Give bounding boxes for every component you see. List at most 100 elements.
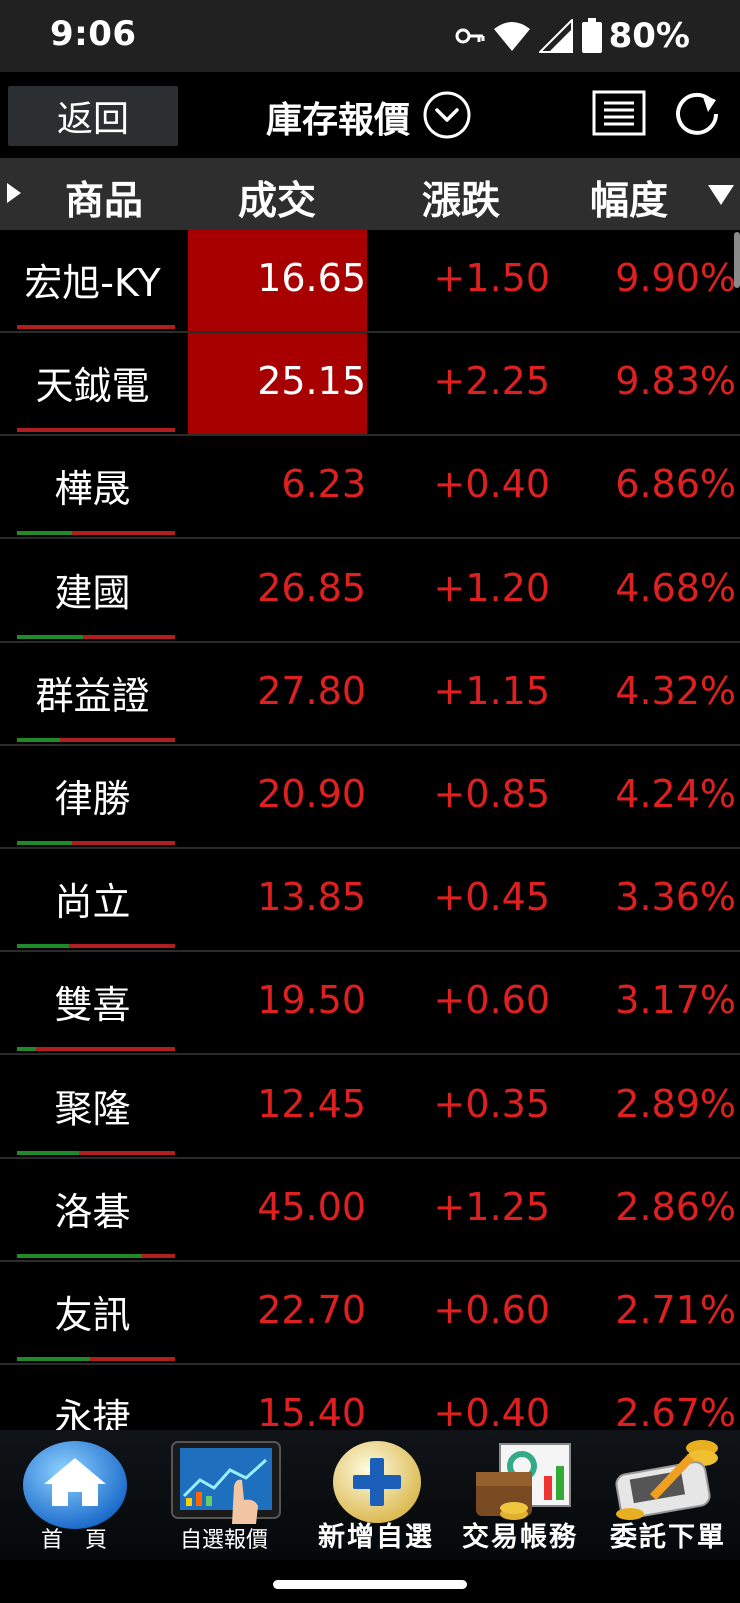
- percent-value: 2.86%: [615, 1184, 736, 1229]
- column-change[interactable]: 漲跌: [422, 170, 500, 226]
- percent-value: 2.67%: [615, 1391, 736, 1430]
- percent-value: 2.89%: [615, 1081, 736, 1126]
- volume-bar-green: [17, 1150, 79, 1155]
- volume-ratio-bar: [17, 428, 175, 433]
- price-value: 6.23: [281, 462, 366, 507]
- sort-descending-icon[interactable]: [708, 185, 734, 209]
- home-icon: [22, 1440, 128, 1534]
- quote-list[interactable]: 宏旭-KY 16.65 +1.50 9.90% 天鉞電 25.15 +2.25 9.83% 樺晟…: [0, 230, 740, 1430]
- price-value: 16.65: [257, 256, 366, 300]
- volume-ratio-bar: [17, 634, 175, 639]
- volume-bar-green: [17, 1253, 142, 1258]
- nav-watchlist[interactable]: 自選報價: [150, 1430, 298, 1560]
- stock-name: 群益證: [35, 673, 150, 718]
- volume-ratio-bar: [17, 737, 175, 742]
- wifi-icon: [493, 20, 531, 52]
- percent-value: 9.90%: [615, 256, 736, 300]
- table-row[interactable]: 律勝 20.90 +0.85 4.24%: [0, 746, 740, 849]
- volume-bar-green: [17, 531, 73, 536]
- order-pen-icon: [610, 1434, 728, 1528]
- percent-value: 9.83%: [615, 359, 736, 404]
- page-title: 庫存報價: [266, 100, 411, 141]
- nav-watchlist-label: 自選報價: [179, 1528, 268, 1553]
- table-row[interactable]: 聚隆 12.45 +0.35 2.89%: [0, 1056, 740, 1159]
- percent-value: 2.71%: [615, 1288, 736, 1332]
- volume-bar-red: [72, 531, 175, 536]
- volume-bar-red: [89, 1357, 175, 1361]
- tablet-chart-icon: [170, 1440, 282, 1528]
- volume-ratio-bar: [17, 1357, 175, 1361]
- gesture-bar[interactable]: [273, 1580, 467, 1589]
- volume-bar-red: [35, 1047, 175, 1052]
- price-value: 27.80: [257, 668, 366, 713]
- stock-name: 聚隆: [54, 1086, 131, 1131]
- volume-ratio-bar: [17, 325, 175, 329]
- change-value: +0.35: [433, 1081, 550, 1126]
- nav-trade-account[interactable]: 交易帳務: [446, 1430, 594, 1560]
- table-row[interactable]: 洛碁 45.00 +1.25 2.86%: [0, 1159, 740, 1262]
- chevron-down-icon[interactable]: [422, 90, 472, 144]
- price-value: 12.45: [257, 1081, 366, 1126]
- volume-bar-green: [17, 1047, 36, 1052]
- percent-value: 6.86%: [615, 462, 736, 507]
- volume-bar-green: [17, 841, 73, 845]
- volume-ratio-bar: [17, 1047, 175, 1052]
- signal-icon: [538, 19, 573, 53]
- percent-value: 3.17%: [615, 978, 736, 1023]
- column-product[interactable]: 商品: [65, 170, 143, 226]
- table-row[interactable]: 天鉞電 25.15 +2.25 9.83%: [0, 333, 740, 437]
- nav-home[interactable]: 首 頁: [0, 1430, 148, 1560]
- change-value: +1.20: [433, 565, 550, 610]
- table-row[interactable]: 樺晟 6.23 +0.40 6.86%: [0, 436, 740, 540]
- status-bar: 9:06 80%: [0, 0, 740, 72]
- nav-add-watchlist[interactable]: 新增自選: [302, 1430, 450, 1560]
- stock-name: 律勝: [54, 777, 131, 821]
- stock-name: 宏旭-KY: [24, 261, 161, 305]
- change-value: +0.60: [433, 1288, 550, 1332]
- table-row[interactable]: 宏旭-KY 16.65 +1.50 9.90%: [0, 230, 740, 333]
- price-value: 15.40: [257, 1391, 366, 1430]
- battery-percent: 80%: [608, 16, 690, 56]
- stock-name: 雙喜: [54, 983, 131, 1028]
- table-row[interactable]: 群益證 27.80 +1.15 4.32%: [0, 643, 740, 746]
- change-value: +0.40: [433, 462, 550, 507]
- price-value: 13.85: [257, 875, 366, 920]
- refresh-icon[interactable]: [672, 90, 724, 142]
- percent-value: 4.32%: [615, 668, 736, 713]
- column-percent[interactable]: 幅度: [590, 170, 668, 226]
- change-value: +0.45: [433, 875, 550, 920]
- volume-bar-red: [72, 841, 175, 845]
- table-row[interactable]: 雙喜 19.50 +0.60 3.17%: [0, 952, 740, 1056]
- status-time: 9:06: [50, 14, 137, 54]
- volume-bar-red: [141, 1253, 175, 1258]
- percent-value: 3.36%: [615, 875, 736, 920]
- volume-bar-red: [17, 325, 175, 329]
- stock-name: 樺晟: [54, 467, 131, 512]
- nav-trade-label: 交易帳務: [462, 1522, 578, 1553]
- nav-place-order[interactable]: 委託下單: [594, 1430, 740, 1560]
- change-value: +2.25: [433, 359, 550, 404]
- portfolio-selector[interactable]: 庫存報價: [266, 90, 472, 144]
- scrollbar[interactable]: [734, 232, 740, 288]
- back-button[interactable]: 返回: [8, 86, 178, 146]
- key-icon: [455, 26, 485, 46]
- stock-name: 尚立: [54, 880, 131, 925]
- volume-bar-green: [17, 634, 84, 639]
- table-row[interactable]: 建國 26.85 +1.20 4.68%: [0, 540, 740, 643]
- percent-value: 4.68%: [615, 565, 736, 610]
- expand-arrow-icon[interactable]: [7, 183, 21, 207]
- column-price[interactable]: 成交: [238, 170, 316, 226]
- stock-name: 永捷: [54, 1396, 131, 1430]
- list-icon[interactable]: [592, 90, 646, 140]
- volume-bar-green: [17, 944, 70, 949]
- nav-add-label: 新增自選: [318, 1522, 434, 1553]
- price-value: 25.15: [257, 359, 366, 404]
- table-row[interactable]: 友訊 22.70 +0.60 2.71%: [0, 1262, 740, 1365]
- table-row[interactable]: 永捷 15.40 +0.40 2.67%: [0, 1365, 740, 1430]
- percent-value: 4.24%: [615, 772, 736, 816]
- price-value: 45.00: [257, 1184, 366, 1229]
- table-row[interactable]: 尚立 13.85 +0.45 3.36%: [0, 849, 740, 953]
- stock-name: 建國: [54, 570, 131, 615]
- stock-name: 友訊: [54, 1293, 131, 1337]
- stock-name: 洛碁: [54, 1189, 131, 1234]
